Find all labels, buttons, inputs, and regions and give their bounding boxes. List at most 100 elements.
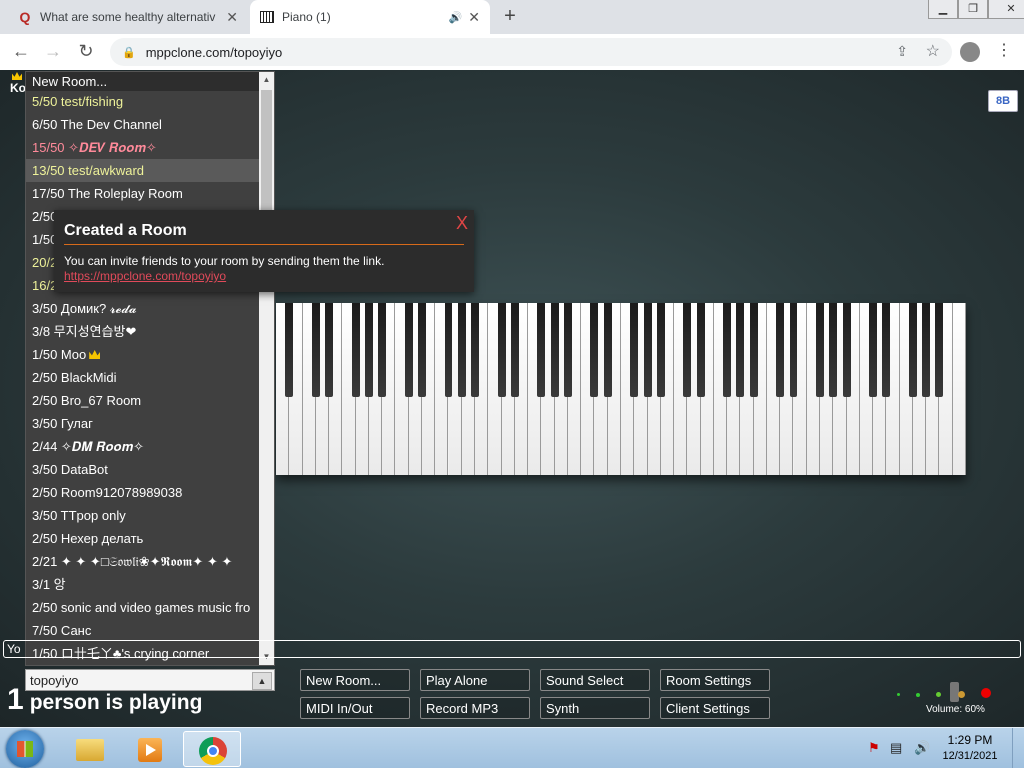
action-center-icon[interactable]: ⚑ (868, 740, 880, 756)
forward-icon[interactable]: → (42, 40, 64, 62)
room-list-item[interactable]: 13/50 test/awkward (26, 159, 260, 182)
black-key[interactable] (510, 303, 519, 397)
black-key[interactable] (590, 303, 599, 397)
black-key[interactable] (563, 303, 572, 397)
play-alone-button[interactable]: Play Alone (420, 669, 530, 691)
black-key[interactable] (776, 303, 785, 397)
room-link[interactable]: https://mppclone.com/topoyiyo (64, 269, 226, 283)
room-info-button[interactable]: 8B (988, 90, 1018, 112)
speaker-icon[interactable]: 🔊 (914, 740, 930, 756)
room-list-item[interactable]: 2/50 sonic and video games music fro (26, 596, 260, 619)
back-icon[interactable]: ← (10, 40, 32, 62)
black-key[interactable] (378, 303, 387, 397)
sound-select-button[interactable]: Sound Select (540, 669, 650, 691)
black-key[interactable] (404, 303, 413, 397)
expand-room-list-icon[interactable]: ▲ (252, 672, 272, 690)
black-key[interactable] (908, 303, 917, 397)
url-text[interactable]: mppclone.com/topoyiyo (146, 45, 283, 60)
piano-keyboard[interactable] (276, 303, 966, 475)
tab-piano[interactable]: Piano (1) 🔊 ✕ (250, 0, 490, 34)
browser-menu-icon[interactable]: ⋮ (996, 40, 1012, 60)
new-room-button[interactable]: New Room... (300, 669, 410, 691)
room-list-item[interactable]: 2/50 Bro_67 Room (26, 389, 260, 412)
taskbar-chrome[interactable] (183, 731, 241, 767)
room-list-item[interactable]: 3/50 Гулаг (26, 412, 260, 435)
black-key[interactable] (497, 303, 506, 397)
room-list-item[interactable]: 3/50 TTpop only (26, 504, 260, 527)
black-key[interactable] (696, 303, 705, 397)
black-key[interactable] (325, 303, 334, 397)
room-list-new-room[interactable]: New Room... (26, 72, 260, 91)
chat-input[interactable]: Yo (3, 640, 1021, 658)
room-list-item[interactable]: 2/50 Room912078989038 (26, 481, 260, 504)
network-icon[interactable]: ▤ (890, 740, 902, 756)
tab-quora[interactable]: Q What are some healthy alternativ ✕ (8, 0, 248, 34)
bookmark-star-icon[interactable]: ☆ (926, 41, 940, 61)
record-mp3-button[interactable]: Record MP3 (420, 697, 530, 719)
black-key[interactable] (816, 303, 824, 397)
notification-close-button[interactable]: X (456, 213, 468, 234)
black-key[interactable] (537, 303, 546, 397)
black-key[interactable] (311, 303, 320, 397)
black-key[interactable] (630, 303, 639, 397)
black-key[interactable] (829, 303, 838, 397)
scroll-thumb[interactable] (261, 90, 272, 210)
room-list-item[interactable]: 3/50 DataBot (26, 458, 260, 481)
room-list-scrollbar[interactable]: ▲ ▼ (259, 72, 274, 665)
black-key[interactable] (603, 303, 612, 397)
black-key[interactable] (550, 303, 559, 397)
reload-icon[interactable]: ↻ (75, 40, 97, 62)
room-list-item[interactable]: 1/50 Moo (26, 343, 260, 366)
black-key[interactable] (457, 303, 466, 397)
minimize-button[interactable]: ▁ (928, 0, 958, 19)
room-list-item[interactable]: 2/50 Нехер делать (26, 527, 260, 550)
room-list-item[interactable]: 2/21 ✦ ✦ ✦□𝔖𝔬𝔴𝔩𝔦❀✦𝕽𝖔𝖔𝖒✦ ✦ ✦ (26, 550, 260, 573)
black-key[interactable] (364, 303, 373, 397)
taskbar-clock[interactable]: 1:29 PM 12/31/2021 (940, 733, 1000, 762)
taskbar-media-player[interactable] (120, 731, 178, 767)
new-tab-button[interactable]: + (498, 4, 522, 28)
room-list-item[interactable]: 3/8 무지성연습방❤ (26, 320, 260, 343)
room-list-item[interactable]: 15/50 ✧𝑫𝑬𝑽 𝑹𝒐𝒐𝒎✧ (26, 136, 260, 159)
address-bar[interactable]: 🔒 mppclone.com/topoyiyo ⇪ ☆ (110, 38, 952, 66)
black-key[interactable] (656, 303, 665, 397)
black-key[interactable] (789, 303, 798, 397)
scroll-up-icon[interactable]: ▲ (259, 73, 274, 87)
close-window-button[interactable]: ✕ (988, 0, 1024, 19)
room-list[interactable]: New Room... 5/50 test/fishing 6/50 The De… (25, 71, 275, 666)
taskbar-explorer[interactable] (60, 731, 118, 767)
black-key[interactable] (749, 303, 758, 397)
black-key[interactable] (351, 303, 360, 397)
room-list-item[interactable]: 3/1 앙 (26, 573, 260, 596)
midi-button[interactable]: MIDI In/Out (300, 697, 410, 719)
audio-playing-icon[interactable]: 🔊 (449, 11, 463, 24)
room-list-item[interactable]: 3/50 Домик? 𝓻𝓮𝓭𝓪 (26, 297, 260, 320)
black-key[interactable] (842, 303, 851, 397)
room-settings-button[interactable]: Room Settings (660, 669, 770, 691)
room-list-item[interactable]: 2/44 ✧𝑫𝑴 𝑹𝒐𝒐𝒎✧ (26, 435, 260, 458)
show-desktop-button[interactable] (1012, 728, 1024, 768)
room-list-item[interactable]: 2/50 BlackMidi (26, 366, 260, 389)
share-icon[interactable]: ⇪ (896, 43, 908, 60)
black-key[interactable] (444, 303, 453, 397)
lock-icon[interactable]: 🔒 (122, 46, 136, 59)
black-key[interactable] (417, 303, 426, 397)
black-key[interactable] (285, 303, 294, 397)
black-key[interactable] (935, 303, 944, 397)
synth-button[interactable]: Synth (540, 697, 650, 719)
room-list-item[interactable]: 5/50 test/fishing (26, 90, 260, 113)
black-key[interactable] (471, 303, 479, 397)
black-key[interactable] (683, 303, 692, 397)
room-list-item[interactable]: 17/50 The Roleplay Room (26, 182, 260, 205)
owner-name[interactable]: Ko (10, 81, 26, 95)
room-list-item[interactable]: 7/50 Санс (26, 619, 260, 642)
close-tab-icon[interactable]: ✕ (226, 9, 238, 26)
maximize-button[interactable]: ❐ (958, 0, 988, 19)
profile-avatar-icon[interactable] (960, 42, 980, 62)
black-key[interactable] (922, 303, 931, 397)
volume-control[interactable]: Volume: 60% (896, 682, 1016, 722)
black-key[interactable] (643, 303, 652, 397)
white-key[interactable] (952, 303, 966, 475)
room-list-item[interactable]: 6/50 The Dev Channel (26, 113, 260, 136)
start-button[interactable] (6, 730, 44, 768)
